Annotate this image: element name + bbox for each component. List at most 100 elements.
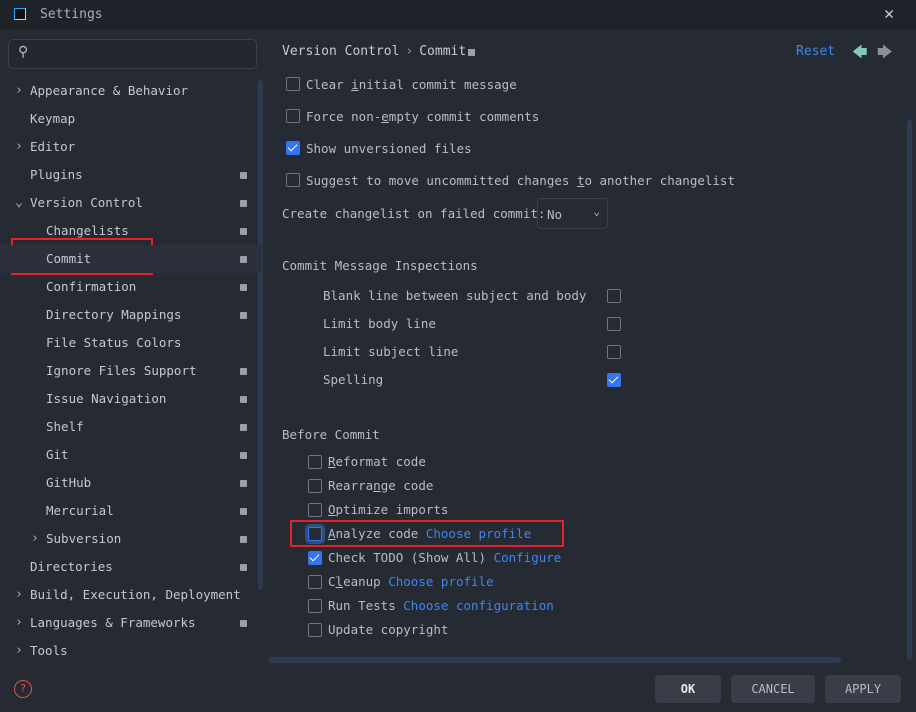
inspection-checkbox[interactable] (607, 289, 621, 303)
inspection-checkbox[interactable] (607, 317, 621, 331)
sidebar-item-tools[interactable]: › Tools (0, 637, 262, 665)
mnemonic-letter: n (373, 478, 381, 493)
before-commit-checkbox[interactable] (308, 503, 322, 517)
sidebar-item-appearance-behavior[interactable]: › Appearance & Behavior (0, 77, 262, 105)
option-checkbox[interactable] (286, 173, 300, 187)
option-label[interactable]: Suggest to move uncommitted changes to a… (306, 173, 735, 188)
sidebar-item-directory-mappings[interactable]: Directory Mappings (0, 301, 262, 329)
changelist-on-fail-select[interactable]: No ⌄ (537, 198, 608, 229)
before-commit-checkbox[interactable] (308, 479, 322, 493)
before-commit-checkbox[interactable] (308, 527, 322, 541)
before-commit-checkbox[interactable] (308, 551, 322, 565)
before-commit-checkbox[interactable] (308, 575, 322, 589)
help-icon[interactable]: ? (14, 680, 32, 698)
before-commit-label[interactable]: Update copyright (328, 622, 448, 637)
chevron-right-icon[interactable]: › (15, 581, 23, 609)
before-commit-checkbox[interactable] (308, 623, 322, 637)
mnemonic-letter: e (381, 109, 389, 124)
option-checkbox[interactable] (286, 141, 300, 155)
sidebar-item-changelists[interactable]: Changelists (0, 217, 262, 245)
chevron-right-icon[interactable]: › (15, 637, 23, 665)
breadcrumb-version-control[interactable]: Version Control (282, 44, 399, 59)
label-text: Check TODO (Show All) (328, 550, 487, 565)
inspection-checkbox[interactable] (607, 345, 621, 359)
label-text: Show unversioned files (306, 141, 472, 156)
chevron-right-icon[interactable]: › (31, 525, 39, 553)
horizontal-scrollbar[interactable] (268, 657, 841, 663)
chevron-down-icon[interactable]: ⌄ (15, 189, 23, 217)
sidebar-item-subversion[interactable]: › Subversion (0, 525, 262, 553)
label-text: nitial commit message (358, 77, 517, 92)
sidebar-item-mercurial[interactable]: Mercurial (0, 497, 262, 525)
configure-link[interactable]: Choose configuration (403, 598, 554, 613)
sidebar-item-commit[interactable]: Commit (0, 245, 262, 273)
label-text: Force non- (306, 109, 382, 124)
sidebar-item-label: Git (46, 447, 69, 462)
before-commit-label[interactable]: Cleanup Choose profile (328, 574, 494, 589)
search-icon: ⚲ (18, 44, 29, 60)
sidebar-item-label: Appearance & Behavior (30, 83, 189, 98)
chevron-right-icon[interactable]: › (15, 77, 23, 105)
mnemonic-letter: O (328, 502, 336, 517)
option-label[interactable]: Show unversioned files (306, 141, 472, 156)
select-value: No (547, 207, 563, 222)
sidebar-item-plugins[interactable]: Plugins (0, 161, 262, 189)
option-checkbox[interactable] (286, 77, 300, 91)
chevron-right-icon[interactable]: › (15, 609, 23, 637)
inspection-label: Limit subject line (323, 344, 459, 359)
before-commit-label[interactable]: Check TODO (Show All) Configure (328, 550, 561, 565)
configure-link[interactable]: Configure (494, 550, 562, 565)
sidebar-item-git[interactable]: Git (0, 441, 262, 469)
before-commit-checkbox[interactable] (308, 455, 322, 469)
project-level-icon (240, 256, 247, 263)
cancel-button[interactable]: CANCEL (731, 675, 815, 703)
sidebar-item-label: Build, Execution, Deployment (30, 587, 241, 602)
sidebar-item-languages-frameworks[interactable]: › Languages & Frameworks (0, 609, 262, 637)
back-arrow-icon[interactable]: 🡄 (852, 42, 868, 67)
sidebar-item-editor[interactable]: › Editor (0, 133, 262, 161)
configure-link[interactable]: Choose profile (388, 574, 493, 589)
sidebar-item-shelf[interactable]: Shelf (0, 413, 262, 441)
before-commit-label[interactable]: Rearrange code (328, 478, 433, 493)
sidebar-item-github[interactable]: GitHub (0, 469, 262, 497)
chevron-down-icon: ⌄ (593, 205, 600, 218)
sidebar-item-keymap[interactable]: Keymap (0, 105, 262, 133)
sidebar-item-version-control[interactable]: ⌄ Version Control (0, 189, 262, 217)
ok-button[interactable]: OK (655, 675, 721, 703)
project-level-icon (240, 452, 247, 459)
option-label[interactable]: Force non-empty commit comments (306, 109, 539, 124)
label-text: ge code (380, 478, 434, 493)
project-level-icon (240, 620, 247, 627)
project-level-icon (240, 312, 247, 319)
chevron-right-icon[interactable]: › (15, 133, 23, 161)
vertical-scrollbar[interactable] (907, 120, 912, 660)
sidebar-item-ignore-files-support[interactable]: Ignore Files Support (0, 357, 262, 385)
before-commit-label[interactable]: Analyze code Choose profile (328, 526, 531, 541)
apply-button[interactable]: APPLY (825, 675, 901, 703)
sidebar-item-build-execution-deployment[interactable]: › Build, Execution, Deployment (0, 581, 262, 609)
before-commit-label[interactable]: Run Tests Choose configuration (328, 598, 554, 613)
project-level-icon (240, 536, 247, 543)
sidebar-item-confirmation[interactable]: Confirmation (0, 273, 262, 301)
sidebar-item-label: File Status Colors (46, 335, 182, 350)
close-icon[interactable]: ✕ (884, 4, 894, 24)
forward-arrow-icon[interactable]: 🡆 (877, 42, 893, 67)
sidebar-item-file-status-colors[interactable]: File Status Colors (0, 329, 262, 357)
sidebar-item-directories[interactable]: Directories (0, 553, 262, 581)
window-title: Settings (40, 7, 103, 22)
project-level-icon (240, 368, 247, 375)
option-checkbox[interactable] (286, 109, 300, 123)
reset-link[interactable]: Reset (796, 44, 835, 59)
before-commit-label[interactable]: Reformat code (328, 454, 426, 469)
sidebar-item-issue-navigation[interactable]: Issue Navigation (0, 385, 262, 413)
project-level-icon (240, 396, 247, 403)
before-commit-label[interactable]: Optimize imports (328, 502, 448, 517)
app-logo-icon (14, 8, 26, 20)
inspection-checkbox[interactable] (607, 373, 621, 387)
configure-link[interactable]: Choose profile (426, 526, 531, 541)
before-commit-checkbox[interactable] (308, 599, 322, 613)
search-input[interactable] (8, 39, 257, 69)
title-bar (0, 0, 916, 30)
mnemonic-letter: i (351, 77, 359, 92)
option-label[interactable]: Clear initial commit message (306, 77, 517, 92)
